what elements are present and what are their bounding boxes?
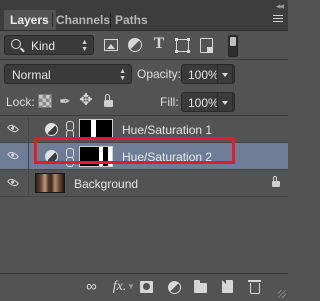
chain-link-icon[interactable] <box>65 121 74 140</box>
panel-menu-icon[interactable] <box>273 15 283 24</box>
fill-label: Fill: <box>160 95 179 109</box>
adjustment-layer-icon <box>45 150 58 163</box>
new-layer-icon[interactable] <box>222 280 233 293</box>
layer-row[interactable]: Hue/Saturation 1 <box>0 116 288 143</box>
visibility-toggle[interactable] <box>0 170 29 196</box>
layer-name: Background <box>74 177 139 191</box>
filter-kind-select[interactable]: Kind ▲ ▼ <box>4 35 94 55</box>
lock-image-pixels-icon[interactable]: ✒ <box>58 94 72 108</box>
adjustment-layer-filter-icon[interactable] <box>128 38 142 52</box>
tab-channels[interactable]: Channels <box>56 10 110 30</box>
type-layer-filter-icon[interactable]: T <box>151 36 167 52</box>
lock-label: Lock: <box>6 95 35 109</box>
chain-link-icon[interactable] <box>65 148 74 167</box>
eye-icon <box>6 122 20 135</box>
layer-name: Hue/Saturation 2 <box>122 150 213 164</box>
layer-thumbnail[interactable] <box>35 173 65 193</box>
layer-row-selected[interactable]: Hue/Saturation 2 <box>0 143 288 170</box>
layer-mask-thumbnail[interactable] <box>79 146 113 167</box>
resize-grip-icon[interactable] <box>278 290 286 298</box>
updown-arrows-icon: ▲ ▼ <box>81 39 88 53</box>
lock-position-icon[interactable]: ✥ <box>79 93 93 109</box>
layers-bottom-toolbar: ∞ fx. <box>0 273 288 301</box>
collapse-icon[interactable]: ◂◂ <box>276 1 284 12</box>
tab-separator <box>110 13 111 27</box>
opacity-dropdown-button[interactable] <box>217 64 233 84</box>
layer-mask-thumbnail[interactable] <box>79 119 113 140</box>
tab-paths[interactable]: Paths <box>115 10 148 30</box>
filter-toggle[interactable] <box>228 35 238 57</box>
layer-row[interactable]: Background <box>0 170 288 197</box>
visibility-toggle[interactable] <box>0 143 29 169</box>
tab-bar: ◂◂ Layers Channels Paths <box>0 0 288 31</box>
tab-layers[interactable]: Layers <box>4 10 56 30</box>
layer-name: Hue/Saturation 1 <box>122 123 213 137</box>
adjustment-layer-icon <box>45 123 58 136</box>
fill-value: 100% <box>188 96 219 110</box>
opacity-label: Opacity: <box>137 67 182 81</box>
lock-transparent-pixels-icon[interactable] <box>38 94 52 108</box>
blend-mode-select[interactable]: Normal ▲ ▼ <box>4 64 132 84</box>
link-layers-icon[interactable]: ∞ <box>84 279 99 294</box>
smart-object-filter-icon[interactable] <box>200 38 213 53</box>
search-icon <box>11 39 21 49</box>
delete-icon[interactable] <box>248 280 261 294</box>
adjustment-layer-icon[interactable] <box>168 281 181 294</box>
new-group-icon[interactable] <box>194 280 207 293</box>
divider <box>0 59 288 60</box>
lock-all-icon[interactable] <box>104 94 113 107</box>
tab-separator <box>52 13 53 27</box>
chevron-down-icon: ▼ <box>127 282 135 291</box>
eye-icon <box>6 149 20 162</box>
lock-icon <box>272 176 280 187</box>
layers-list: Hue/Saturation 1 Hue/Saturation 2 Backgr… <box>0 115 288 274</box>
visibility-toggle[interactable] <box>0 116 29 142</box>
updown-arrows-icon: ▲ ▼ <box>119 68 126 82</box>
fill-dropdown-button[interactable] <box>217 92 233 112</box>
filter-kind-label: Kind <box>31 39 56 53</box>
fx-icon[interactable]: fx. <box>112 280 127 294</box>
eye-icon <box>6 176 20 189</box>
add-mask-icon[interactable] <box>140 281 153 293</box>
layers-panel: ◂◂ Layers Channels Paths Kind ▲ ▼ T Norma… <box>0 0 288 301</box>
shape-layer-filter-icon[interactable] <box>175 38 190 53</box>
blend-mode-value: Normal <box>12 68 51 82</box>
opacity-value: 100% <box>188 68 219 82</box>
pixel-layer-filter-icon[interactable] <box>104 39 118 51</box>
